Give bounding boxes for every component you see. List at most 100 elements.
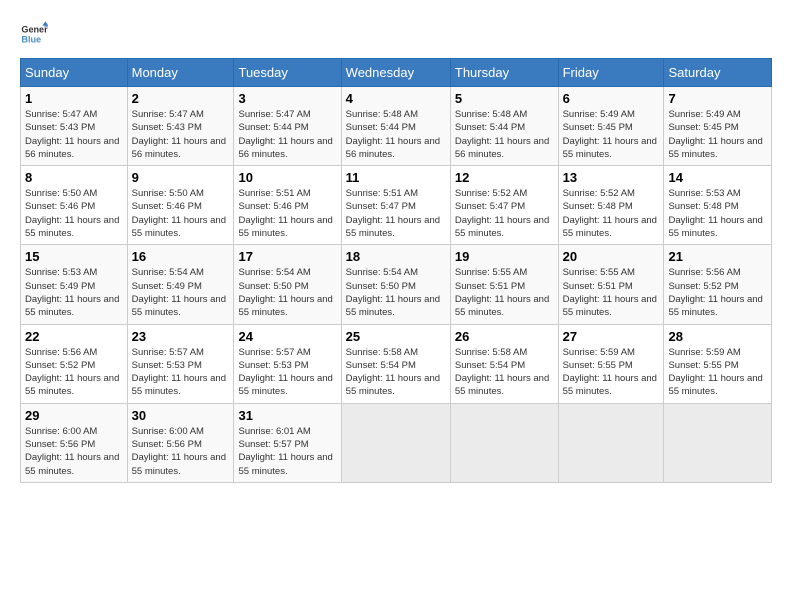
calendar-cell — [341, 403, 450, 482]
day-info: Sunrise: 5:47 AM Sunset: 5:44 PM Dayligh… — [238, 108, 336, 161]
logo: General Blue — [20, 20, 52, 48]
calendar-cell: 8 Sunrise: 5:50 AM Sunset: 5:46 PM Dayli… — [21, 166, 128, 245]
day-number: 3 — [238, 91, 336, 106]
day-number: 18 — [346, 249, 446, 264]
header-row: SundayMondayTuesdayWednesdayThursdayFrid… — [21, 59, 772, 87]
calendar-cell: 23 Sunrise: 5:57 AM Sunset: 5:53 PM Dayl… — [127, 324, 234, 403]
day-info: Sunrise: 5:49 AM Sunset: 5:45 PM Dayligh… — [668, 108, 767, 161]
calendar-cell: 24 Sunrise: 5:57 AM Sunset: 5:53 PM Dayl… — [234, 324, 341, 403]
day-info: Sunrise: 5:53 AM Sunset: 5:48 PM Dayligh… — [668, 187, 767, 240]
calendar-cell: 18 Sunrise: 5:54 AM Sunset: 5:50 PM Dayl… — [341, 245, 450, 324]
calendar-cell: 2 Sunrise: 5:47 AM Sunset: 5:43 PM Dayli… — [127, 87, 234, 166]
day-number: 23 — [132, 329, 230, 344]
calendar-cell — [558, 403, 664, 482]
day-number: 21 — [668, 249, 767, 264]
day-info: Sunrise: 5:59 AM Sunset: 5:55 PM Dayligh… — [563, 346, 660, 399]
day-info: Sunrise: 5:53 AM Sunset: 5:49 PM Dayligh… — [25, 266, 123, 319]
calendar-cell: 20 Sunrise: 5:55 AM Sunset: 5:51 PM Dayl… — [558, 245, 664, 324]
day-info: Sunrise: 5:51 AM Sunset: 5:47 PM Dayligh… — [346, 187, 446, 240]
calendar-cell: 19 Sunrise: 5:55 AM Sunset: 5:51 PM Dayl… — [450, 245, 558, 324]
header-cell-tuesday: Tuesday — [234, 59, 341, 87]
day-number: 20 — [563, 249, 660, 264]
calendar-cell: 26 Sunrise: 5:58 AM Sunset: 5:54 PM Dayl… — [450, 324, 558, 403]
calendar-cell: 21 Sunrise: 5:56 AM Sunset: 5:52 PM Dayl… — [664, 245, 772, 324]
calendar-cell: 1 Sunrise: 5:47 AM Sunset: 5:43 PM Dayli… — [21, 87, 128, 166]
day-info: Sunrise: 5:56 AM Sunset: 5:52 PM Dayligh… — [668, 266, 767, 319]
day-number: 11 — [346, 170, 446, 185]
header-cell-friday: Friday — [558, 59, 664, 87]
day-info: Sunrise: 5:54 AM Sunset: 5:50 PM Dayligh… — [238, 266, 336, 319]
day-number: 16 — [132, 249, 230, 264]
day-number: 8 — [25, 170, 123, 185]
day-number: 27 — [563, 329, 660, 344]
day-number: 6 — [563, 91, 660, 106]
day-number: 4 — [346, 91, 446, 106]
calendar-cell: 27 Sunrise: 5:59 AM Sunset: 5:55 PM Dayl… — [558, 324, 664, 403]
calendar-cell: 28 Sunrise: 5:59 AM Sunset: 5:55 PM Dayl… — [664, 324, 772, 403]
day-number: 13 — [563, 170, 660, 185]
day-number: 28 — [668, 329, 767, 344]
day-info: Sunrise: 6:00 AM Sunset: 5:56 PM Dayligh… — [132, 425, 230, 478]
header-cell-saturday: Saturday — [664, 59, 772, 87]
day-number: 31 — [238, 408, 336, 423]
calendar-header: SundayMondayTuesdayWednesdayThursdayFrid… — [21, 59, 772, 87]
day-number: 14 — [668, 170, 767, 185]
day-info: Sunrise: 5:55 AM Sunset: 5:51 PM Dayligh… — [455, 266, 554, 319]
day-info: Sunrise: 5:47 AM Sunset: 5:43 PM Dayligh… — [25, 108, 123, 161]
day-number: 7 — [668, 91, 767, 106]
day-number: 9 — [132, 170, 230, 185]
day-info: Sunrise: 5:58 AM Sunset: 5:54 PM Dayligh… — [346, 346, 446, 399]
calendar-cell: 6 Sunrise: 5:49 AM Sunset: 5:45 PM Dayli… — [558, 87, 664, 166]
day-info: Sunrise: 5:58 AM Sunset: 5:54 PM Dayligh… — [455, 346, 554, 399]
calendar-cell: 29 Sunrise: 6:00 AM Sunset: 5:56 PM Dayl… — [21, 403, 128, 482]
day-number: 25 — [346, 329, 446, 344]
day-info: Sunrise: 5:51 AM Sunset: 5:46 PM Dayligh… — [238, 187, 336, 240]
header: General Blue — [20, 20, 772, 48]
day-number: 1 — [25, 91, 123, 106]
day-info: Sunrise: 5:56 AM Sunset: 5:52 PM Dayligh… — [25, 346, 123, 399]
calendar-cell: 17 Sunrise: 5:54 AM Sunset: 5:50 PM Dayl… — [234, 245, 341, 324]
day-info: Sunrise: 5:52 AM Sunset: 5:47 PM Dayligh… — [455, 187, 554, 240]
day-info: Sunrise: 5:54 AM Sunset: 5:50 PM Dayligh… — [346, 266, 446, 319]
day-number: 17 — [238, 249, 336, 264]
header-cell-wednesday: Wednesday — [341, 59, 450, 87]
calendar-cell: 15 Sunrise: 5:53 AM Sunset: 5:49 PM Dayl… — [21, 245, 128, 324]
calendar-cell: 16 Sunrise: 5:54 AM Sunset: 5:49 PM Dayl… — [127, 245, 234, 324]
day-number: 30 — [132, 408, 230, 423]
calendar-cell: 10 Sunrise: 5:51 AM Sunset: 5:46 PM Dayl… — [234, 166, 341, 245]
calendar-cell: 5 Sunrise: 5:48 AM Sunset: 5:44 PM Dayli… — [450, 87, 558, 166]
day-info: Sunrise: 5:52 AM Sunset: 5:48 PM Dayligh… — [563, 187, 660, 240]
calendar-cell: 13 Sunrise: 5:52 AM Sunset: 5:48 PM Dayl… — [558, 166, 664, 245]
svg-text:Blue: Blue — [21, 34, 41, 44]
week-row-2: 8 Sunrise: 5:50 AM Sunset: 5:46 PM Dayli… — [21, 166, 772, 245]
day-number: 22 — [25, 329, 123, 344]
day-number: 24 — [238, 329, 336, 344]
calendar-cell — [450, 403, 558, 482]
day-number: 2 — [132, 91, 230, 106]
day-info: Sunrise: 5:47 AM Sunset: 5:43 PM Dayligh… — [132, 108, 230, 161]
calendar-cell: 4 Sunrise: 5:48 AM Sunset: 5:44 PM Dayli… — [341, 87, 450, 166]
week-row-1: 1 Sunrise: 5:47 AM Sunset: 5:43 PM Dayli… — [21, 87, 772, 166]
calendar-cell: 25 Sunrise: 5:58 AM Sunset: 5:54 PM Dayl… — [341, 324, 450, 403]
header-cell-sunday: Sunday — [21, 59, 128, 87]
day-info: Sunrise: 5:57 AM Sunset: 5:53 PM Dayligh… — [238, 346, 336, 399]
day-info: Sunrise: 6:00 AM Sunset: 5:56 PM Dayligh… — [25, 425, 123, 478]
calendar-cell: 30 Sunrise: 6:00 AM Sunset: 5:56 PM Dayl… — [127, 403, 234, 482]
calendar-cell: 7 Sunrise: 5:49 AM Sunset: 5:45 PM Dayli… — [664, 87, 772, 166]
calendar-cell: 9 Sunrise: 5:50 AM Sunset: 5:46 PM Dayli… — [127, 166, 234, 245]
day-info: Sunrise: 5:59 AM Sunset: 5:55 PM Dayligh… — [668, 346, 767, 399]
day-info: Sunrise: 5:50 AM Sunset: 5:46 PM Dayligh… — [25, 187, 123, 240]
calendar-cell: 12 Sunrise: 5:52 AM Sunset: 5:47 PM Dayl… — [450, 166, 558, 245]
day-info: Sunrise: 5:50 AM Sunset: 5:46 PM Dayligh… — [132, 187, 230, 240]
week-row-3: 15 Sunrise: 5:53 AM Sunset: 5:49 PM Dayl… — [21, 245, 772, 324]
day-info: Sunrise: 5:55 AM Sunset: 5:51 PM Dayligh… — [563, 266, 660, 319]
day-info: Sunrise: 5:54 AM Sunset: 5:49 PM Dayligh… — [132, 266, 230, 319]
calendar-cell: 22 Sunrise: 5:56 AM Sunset: 5:52 PM Dayl… — [21, 324, 128, 403]
calendar-cell: 11 Sunrise: 5:51 AM Sunset: 5:47 PM Dayl… — [341, 166, 450, 245]
day-info: Sunrise: 6:01 AM Sunset: 5:57 PM Dayligh… — [238, 425, 336, 478]
day-info: Sunrise: 5:48 AM Sunset: 5:44 PM Dayligh… — [346, 108, 446, 161]
calendar-body: 1 Sunrise: 5:47 AM Sunset: 5:43 PM Dayli… — [21, 87, 772, 483]
day-info: Sunrise: 5:57 AM Sunset: 5:53 PM Dayligh… — [132, 346, 230, 399]
calendar-cell: 3 Sunrise: 5:47 AM Sunset: 5:44 PM Dayli… — [234, 87, 341, 166]
logo-icon: General Blue — [20, 20, 48, 48]
